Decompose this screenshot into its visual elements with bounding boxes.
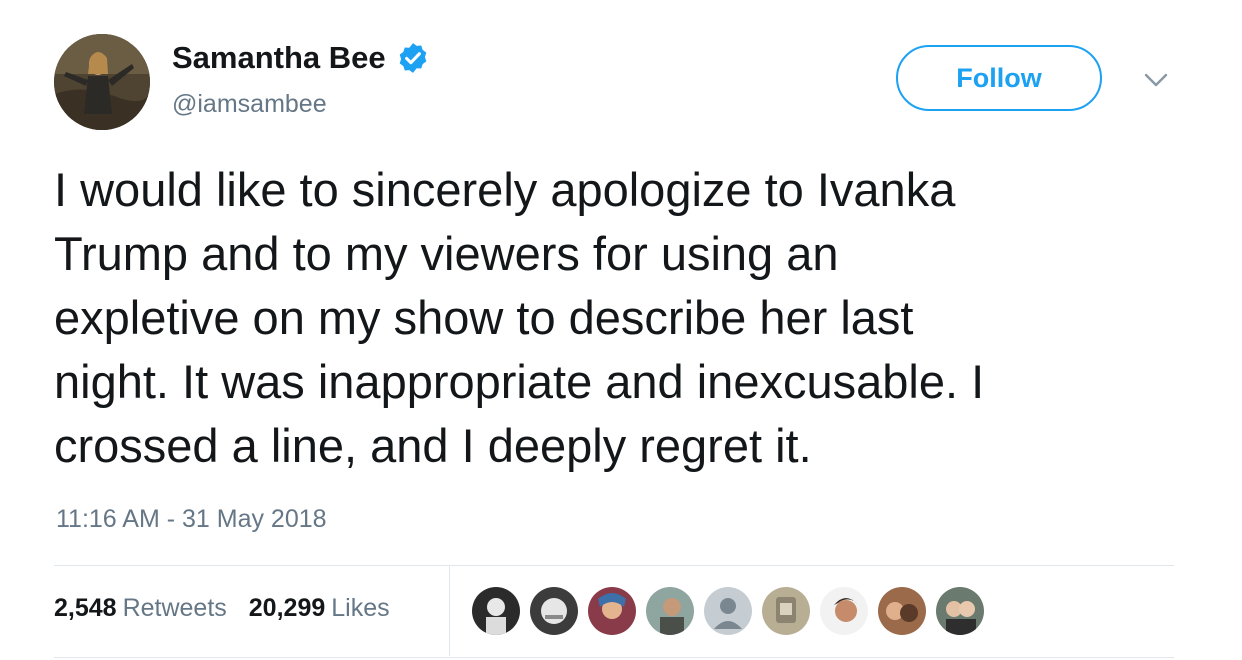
liker-avatar[interactable] <box>646 587 694 635</box>
likes-count: 20,299 <box>248 594 326 622</box>
tweet-text-line: crossed a line, and I deeply regret it. <box>54 419 812 472</box>
liker-avatar[interactable] <box>472 587 520 635</box>
divider <box>54 565 1174 566</box>
liker-avatar[interactable] <box>530 587 578 635</box>
liker-avatar[interactable] <box>704 587 752 635</box>
liker-avatar[interactable] <box>762 587 810 635</box>
retweets-stat[interactable]: 2,548 Retweets <box>54 594 227 623</box>
likes-stat[interactable]: 20,299 Likes <box>249 594 390 623</box>
author-name[interactable]: Samantha Bee <box>172 40 430 76</box>
tweet-text: I would like to sincerely apologize to I… <box>54 158 1184 478</box>
author-handle[interactable]: @iamsambee <box>172 90 327 119</box>
tweet-text-line: expletive on my show to describe her las… <box>54 291 914 344</box>
stats-divider <box>449 566 450 656</box>
retweets-label: Retweets <box>122 594 227 622</box>
retweets-count: 2,548 <box>54 594 117 622</box>
liker-avatars <box>472 587 984 635</box>
chevron-down-icon[interactable] <box>1143 70 1169 90</box>
tweet-text-line: night. It was inappropriate and inexcusa… <box>54 355 985 408</box>
liker-avatar[interactable] <box>936 587 984 635</box>
verified-badge-icon <box>396 41 430 75</box>
likes-label: Likes <box>331 594 390 622</box>
follow-button[interactable]: Follow <box>896 45 1102 111</box>
tweet-text-line: I would like to sincerely apologize to I… <box>54 163 956 216</box>
tweet-stats: 2,548 Retweets 20,299 Likes <box>54 594 390 623</box>
liker-avatar[interactable] <box>878 587 926 635</box>
author-avatar[interactable] <box>54 34 150 130</box>
tweet-text-line: Trump and to my viewers for using an <box>54 227 839 280</box>
tweet-timestamp[interactable]: 11:16 AM - 31 May 2018 <box>56 505 327 534</box>
tweet-card: Samantha Bee @iamsambee Follow I would l… <box>0 0 1242 660</box>
author-name-text[interactable]: Samantha Bee <box>172 40 386 76</box>
divider <box>54 657 1174 658</box>
liker-avatar[interactable] <box>820 587 868 635</box>
liker-avatar[interactable] <box>588 587 636 635</box>
